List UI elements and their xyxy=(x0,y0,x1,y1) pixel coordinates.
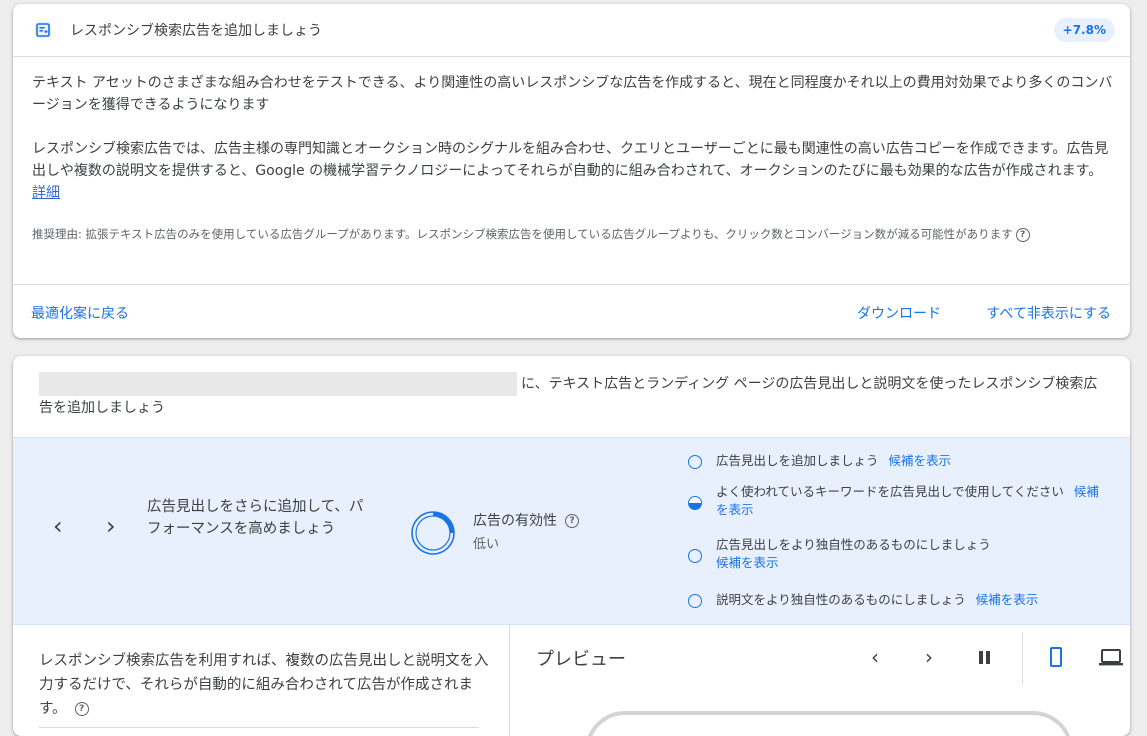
input-underline xyxy=(39,727,479,728)
previous-tip-chevron-icon[interactable]: ‹ xyxy=(53,514,63,538)
suggestion-radio-icon[interactable] xyxy=(688,549,702,563)
help-icon[interactable]: ? xyxy=(1015,227,1030,242)
suggestion-text: 広告見出しをより独自性のあるものにしましょう xyxy=(716,537,991,552)
recommendation-description: テキスト アセットのさまざまな組み合わせをテストできる、より関連性の高いレスポン… xyxy=(32,75,1113,113)
next-tip-chevron-icon[interactable]: › xyxy=(106,514,116,538)
reason-text: 推奨理由: 拡張テキスト広告のみを使用している広告グループがあります。レスポンシ… xyxy=(32,227,1013,241)
preview-prev-chevron-icon[interactable]: ‹ xyxy=(871,647,879,667)
explanation-text: レスポンシブ検索広告では、広告主様の専門知識とオークション時のシグナルを組み合わ… xyxy=(32,141,1109,179)
editor-info-text: レスポンシブ検索広告を利用すれば、複数の広告見出しと説明文を入力するだけで、それ… xyxy=(39,649,489,721)
mobile-preview-icon[interactable] xyxy=(1050,647,1062,667)
suggestion-radio-icon[interactable] xyxy=(688,455,702,469)
recommendation-footer: 最適化案に戻る ダウンロード すべて非表示にする xyxy=(13,284,1130,338)
editor-info-body: レスポンシブ検索広告を利用すれば、複数の広告見出しと説明文を入力するだけで、それ… xyxy=(39,653,489,717)
editor-headline: に、テキスト広告とランディング ページの広告見出しと説明文を使ったレスポンシブ検… xyxy=(39,372,1105,420)
hide-all-link[interactable]: すべて非表示にする xyxy=(986,303,1111,323)
show-suggestions-link[interactable]: 候補を表示 xyxy=(976,592,1039,607)
editor-info-column: レスポンシブ検索広告を利用すれば、複数の広告見出しと説明文を入力するだけで、それ… xyxy=(13,623,510,736)
suggestion-text: よく使われているキーワードを広告見出しで使用してください xyxy=(716,484,1064,499)
responsive-ad-icon xyxy=(35,22,51,38)
ad-editor-card: に、テキスト広告とランディング ページの広告見出しと説明文を使ったレスポンシブ検… xyxy=(13,356,1130,736)
ad-strength-value: 低い xyxy=(473,537,500,552)
ad-strength-panel: ‹ › 広告見出しをさらに追加して、パフォーマンスを高めましょう 広告の有効性?… xyxy=(13,437,1130,625)
suggestion-half-radio-icon[interactable] xyxy=(688,496,702,510)
toolbar-divider xyxy=(1022,632,1023,684)
phone-preview-frame xyxy=(585,711,1073,736)
suggestion-item[interactable]: 広告見出しを追加しましょう 候補を表示 xyxy=(688,452,1108,470)
recommendation-explanation: レスポンシブ検索広告では、広告主様の専門知識とオークション時のシグナルを組み合わ… xyxy=(32,138,1114,204)
back-to-recommendations-link[interactable]: 最適化案に戻る xyxy=(31,303,129,323)
suggestion-text: 広告見出しを追加しましょう xyxy=(716,453,879,468)
recommendation-title: レスポンシブ検索広告を追加しましょう xyxy=(70,23,322,39)
show-suggestions-link[interactable]: 候補を表示 xyxy=(889,453,952,468)
recommendation-header: レスポンシブ検索広告を追加しましょう +7.8% xyxy=(13,4,1130,57)
recommendation-reason: 推奨理由: 拡張テキスト広告のみを使用している広告グループがあります。レスポンシ… xyxy=(32,225,1114,243)
ad-strength-help-icon[interactable]: ? xyxy=(565,514,579,528)
preview-next-chevron-icon[interactable]: › xyxy=(925,647,933,667)
desktop-preview-icon[interactable] xyxy=(1098,648,1124,668)
details-link[interactable]: 詳細 xyxy=(32,185,60,201)
ad-strength-label: 広告の有効性? xyxy=(473,510,579,530)
suggestion-item[interactable]: よく使われているキーワードを広告見出しで使用してください 候補を表示 xyxy=(688,483,1108,519)
suggestion-text: 説明文をより独自性のあるものにしましょう xyxy=(716,592,966,607)
redacted-ad-group-name xyxy=(39,372,517,396)
suggestion-radio-icon[interactable] xyxy=(688,594,702,608)
uplift-badge: +7.8% xyxy=(1053,18,1115,42)
recommendation-card: レスポンシブ検索広告を追加しましょう +7.8% テキスト アセットのさまざまな… xyxy=(13,4,1130,338)
columns-view-icon[interactable] xyxy=(979,651,993,664)
download-link[interactable]: ダウンロード xyxy=(857,303,941,323)
improvement-tip: 広告見出しをさらに追加して、パフォーマンスを高めましょう xyxy=(147,499,364,537)
suggestion-item[interactable]: 説明文をより独自性のあるものにしましょう 候補を表示 xyxy=(688,591,1108,609)
ad-strength-label-text: 広告の有効性 xyxy=(473,513,557,529)
suggestion-item[interactable]: 広告見出しをより独自性のあるものにしましょう 候補を表示 xyxy=(688,536,1108,572)
preview-title: プレビュー xyxy=(536,649,626,670)
info-help-icon[interactable]: ? xyxy=(74,702,89,716)
show-suggestions-link[interactable]: 候補を表示 xyxy=(716,555,779,570)
ad-strength-ring-icon xyxy=(411,511,455,555)
